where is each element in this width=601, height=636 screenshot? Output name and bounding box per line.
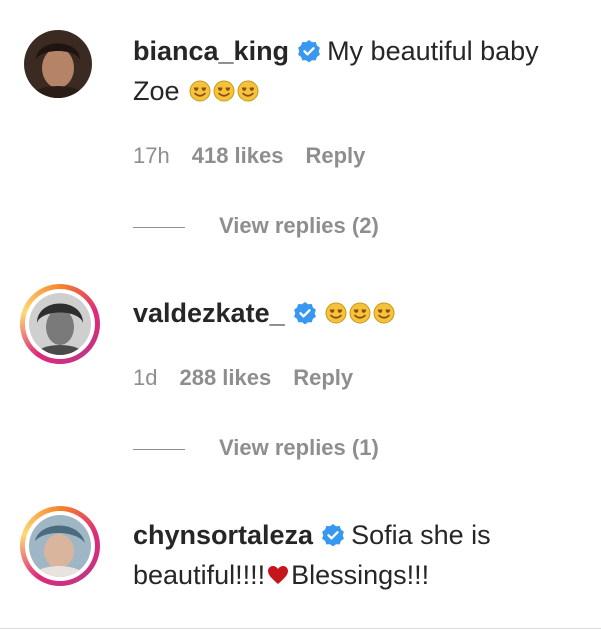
username[interactable]: chynsortaleza <box>133 520 313 550</box>
verified-badge-icon <box>293 302 316 325</box>
heart-eyes-emoji-icon <box>325 302 347 324</box>
avatar[interactable] <box>20 506 100 586</box>
comment-text: valdezkate_ <box>133 293 593 333</box>
view-replies-button[interactable]: View replies (1) <box>133 435 379 461</box>
heart-eyes-emoji-icon <box>213 80 235 102</box>
likes-count[interactable]: 288 likes <box>179 365 271 390</box>
red-heart-icon <box>268 566 289 584</box>
comment-text: chynsortaleza Sofia she is beautiful!!!! B… <box>133 515 593 595</box>
likes-count[interactable]: 418 likes <box>192 143 284 168</box>
replies-divider-line <box>133 448 185 450</box>
avatar-ring-gap <box>25 511 95 581</box>
comment-meta: 1d 288 likes Reply <box>133 365 375 391</box>
replies-divider-line <box>133 226 185 228</box>
comment-body-line2a: beautiful!!!! <box>133 560 266 590</box>
comment-body-line1: My beautiful baby <box>327 36 539 66</box>
comment-text: bianca_king My beautiful baby Zoe <box>133 31 593 111</box>
comment-body-line2b: Blessings!!! <box>291 560 430 590</box>
verified-badge-icon <box>298 40 320 63</box>
comment-meta: 17h 418 likes Reply <box>133 143 387 169</box>
avatar-photo <box>29 293 91 355</box>
reply-button[interactable]: Reply <box>305 143 365 168</box>
verified-badge-icon <box>322 524 344 547</box>
view-replies-button[interactable]: View replies (2) <box>133 213 379 239</box>
comment-time: 1d <box>133 365 158 390</box>
avatar[interactable] <box>20 284 100 364</box>
heart-eyes-emoji-icon <box>349 302 371 324</box>
reply-button[interactable]: Reply <box>293 365 353 390</box>
avatar-photo <box>24 30 92 98</box>
comment-body-line2: Zoe <box>133 76 180 106</box>
username[interactable]: valdezkate_ <box>133 298 285 328</box>
avatar-photo <box>29 515 91 577</box>
comment-time: 17h <box>133 143 170 168</box>
avatar[interactable] <box>16 22 96 102</box>
heart-eyes-emoji-icon <box>237 80 259 102</box>
username[interactable]: bianca_king <box>133 36 289 66</box>
heart-eyes-emoji-icon <box>373 302 395 324</box>
bottom-divider <box>0 628 601 629</box>
heart-eyes-emoji-icon <box>189 80 211 102</box>
avatar-ring-gap <box>25 289 95 359</box>
view-replies-label: View replies (2) <box>219 213 379 238</box>
comment-body-line1: Sofia she is <box>351 520 491 550</box>
view-replies-label: View replies (1) <box>219 435 379 460</box>
